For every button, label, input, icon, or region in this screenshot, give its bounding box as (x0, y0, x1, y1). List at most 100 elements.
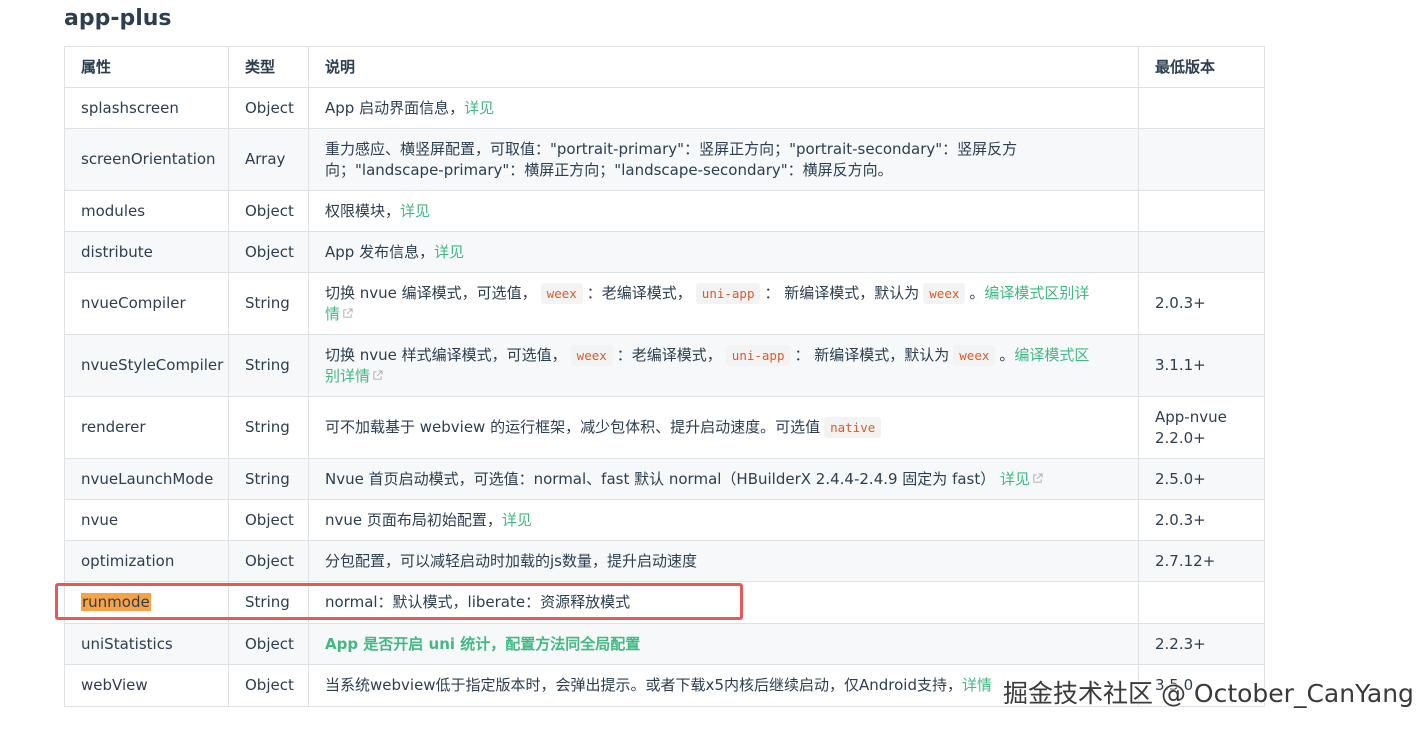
description-text: 当系统webview低于指定版本时，会弹出提示。或者下载x5内核后继续启动，仅A… (325, 676, 962, 694)
external-link-icon (1032, 469, 1043, 490)
watermark: 掘金技术社区 @ October_CanYang (1003, 679, 1414, 708)
detail-link[interactable]: 详见 (400, 202, 430, 220)
description-text: 可不加载基于 webview 的运行框架，减少包体积、提升启动速度。可选值 (325, 418, 821, 436)
cell-property: nvue (64, 499, 229, 541)
description-text: 。 (969, 283, 985, 302)
cell-version: 2.0.3+ (1138, 499, 1265, 541)
cell-description: 重力感应、横竖屏配置，可取值："portrait-primary"：竖屏正方向；… (308, 128, 1139, 191)
table-row-runmode: runmode String normal：默认模式，liberate：资源释放… (64, 581, 1265, 624)
table-row: screenOrientation Array 重力感应、横竖屏配置，可取值："… (64, 128, 1265, 191)
cell-type: String (228, 458, 309, 500)
table-row: nvueStyleCompiler String 切换 nvue 样式编译模式，… (64, 334, 1265, 397)
cell-type: String (228, 396, 309, 459)
compile-mode-link[interactable]: 编译模式区 (1014, 346, 1089, 364)
description-text-line1: 重力感应、横竖屏配置，可取值："portrait-primary"：竖屏正方向；… (325, 139, 1018, 158)
cell-property: renderer (64, 396, 229, 459)
cell-description: App 发布信息，详见 (308, 231, 1139, 273)
cell-description: 可不加载基于 webview 的运行框架，减少包体积、提升启动速度。可选值 nat… (308, 396, 1139, 459)
cell-property: modules (64, 190, 229, 232)
cell-version (1138, 128, 1265, 191)
highlighted-property: runmode (81, 593, 151, 611)
detail-link[interactable]: 详见 (464, 99, 494, 117)
header-min-version: 最低版本 (1138, 46, 1265, 88)
cell-description: normal：默认模式，liberate：资源释放模式 (308, 581, 1139, 624)
header-description: 说明 (308, 46, 1139, 88)
cell-property: runmode (64, 581, 229, 624)
cell-property: nvueCompiler (64, 272, 229, 335)
detail-link[interactable]: 详见 (1000, 470, 1030, 488)
table-row: nvueLaunchMode String Nvue 首页启动模式，可选值：no… (64, 458, 1265, 500)
cell-version: 2.7.12+ (1138, 540, 1265, 582)
compile-mode-link[interactable]: 编译模式区别详 (984, 284, 1089, 302)
cell-type: String (228, 581, 309, 624)
cell-version: App-nvue 2.2.0+ (1138, 396, 1265, 459)
description-text: 权限模块， (325, 201, 401, 220)
cell-type: Object (228, 623, 309, 665)
cell-type: Object (228, 231, 309, 273)
cell-description: 权限模块，详见 (308, 190, 1139, 232)
detail-link[interactable]: 详见 (502, 511, 532, 529)
description-text: ：老编译模式， (586, 283, 692, 302)
description-text: App 发布信息， (325, 242, 435, 261)
detail-link[interactable]: 详情 (962, 676, 992, 694)
description-text: ：老编译模式， (616, 345, 722, 364)
cell-type: String (228, 334, 309, 397)
code-weex-default: weex (923, 282, 966, 304)
cell-description: 切换 nvue 编译模式，可选值， weex ：老编译模式， uni-app： 新编译… (308, 272, 1139, 335)
cell-description: 分包配置，可以减轻启动时加载的js数量，提升启动速度 (308, 540, 1139, 582)
description-text: Nvue 首页启动模式，可选值：normal、fast 默认 normal（HB… (325, 469, 996, 488)
table-row: distribute Object App 发布信息，详见 (64, 231, 1265, 273)
table-row: modules Object 权限模块，详见 (64, 190, 1265, 232)
cell-property: splashscreen (64, 87, 229, 129)
cell-description: nvue 页面布局初始配置，详见 (308, 499, 1139, 541)
table-row: renderer String 可不加载基于 webview 的运行框架，减少包… (64, 396, 1265, 459)
description-text: 切换 nvue 样式编译模式，可选值， (325, 345, 567, 364)
cell-description: 切换 nvue 样式编译模式，可选值， weex ：老编译模式， uni-app： 新… (308, 334, 1139, 397)
section-heading: app-plus (64, 6, 172, 31)
cell-property: uniStatistics (64, 623, 229, 665)
description-text: App 启动界面信息， (325, 98, 465, 117)
cell-property: screenOrientation (64, 128, 229, 191)
cell-version: 2.2.3+ (1138, 623, 1265, 665)
detail-link[interactable]: 详见 (434, 243, 464, 261)
compile-mode-link-cont[interactable]: 别详情 (325, 367, 370, 385)
description-text: ： 新编译模式，默认为 (794, 345, 950, 364)
cell-property: nvueStyleCompiler (64, 334, 229, 397)
cell-property: webView (64, 664, 229, 707)
table-row: nvue Object nvue 页面布局初始配置，详见 2.0.3+ (64, 499, 1265, 541)
table-row: nvueCompiler String 切换 nvue 编译模式，可选值， wee… (64, 272, 1265, 335)
cell-property: nvueLaunchMode (64, 458, 229, 500)
cell-version (1138, 190, 1265, 232)
code-weex: weex (570, 344, 613, 366)
cell-version: 3.1.1+ (1138, 334, 1265, 397)
cell-version: 2.5.0+ (1138, 458, 1265, 500)
table-row: optimization Object 分包配置，可以减轻启动时加载的js数量，… (64, 540, 1265, 582)
code-weex-default: weex (953, 344, 996, 366)
table-row: uniStatistics Object App 是否开启 uni 统计，配置方… (64, 623, 1265, 665)
compile-mode-link-cont[interactable]: 情 (325, 305, 340, 323)
cell-description: App 是否开启 uni 统计，配置方法同全局配置 (308, 623, 1139, 665)
cell-version (1138, 231, 1265, 273)
code-native: native (824, 417, 882, 438)
cell-type: Object (228, 540, 309, 582)
cell-property: distribute (64, 231, 229, 273)
table-row: splashscreen Object App 启动界面信息，详见 (64, 87, 1265, 129)
statistics-link[interactable]: App 是否开启 uni 统计，配置方法同全局配置 (325, 635, 640, 653)
code-weex: weex (540, 282, 583, 304)
external-link-icon (342, 304, 353, 325)
cell-type: String (228, 272, 309, 335)
external-link-icon (372, 366, 383, 387)
header-property: 属性 (64, 46, 229, 88)
description-text: 切换 nvue 编译模式，可选值， (325, 283, 537, 302)
cell-type: Array (228, 128, 309, 191)
cell-version: 2.0.3+ (1138, 272, 1265, 335)
cell-type: Object (228, 87, 309, 129)
header-type: 类型 (228, 46, 309, 88)
code-uni-app: uni-app (725, 344, 791, 366)
cell-description: App 启动界面信息，详见 (308, 87, 1139, 129)
cell-version (1138, 581, 1265, 624)
description-text: nvue 页面布局初始配置， (325, 510, 502, 529)
version-line1: App-nvue (1155, 407, 1227, 426)
cell-property: optimization (64, 540, 229, 582)
app-plus-table: 属性 类型 说明 最低版本 splashscreen Object App 启动… (64, 46, 1265, 707)
